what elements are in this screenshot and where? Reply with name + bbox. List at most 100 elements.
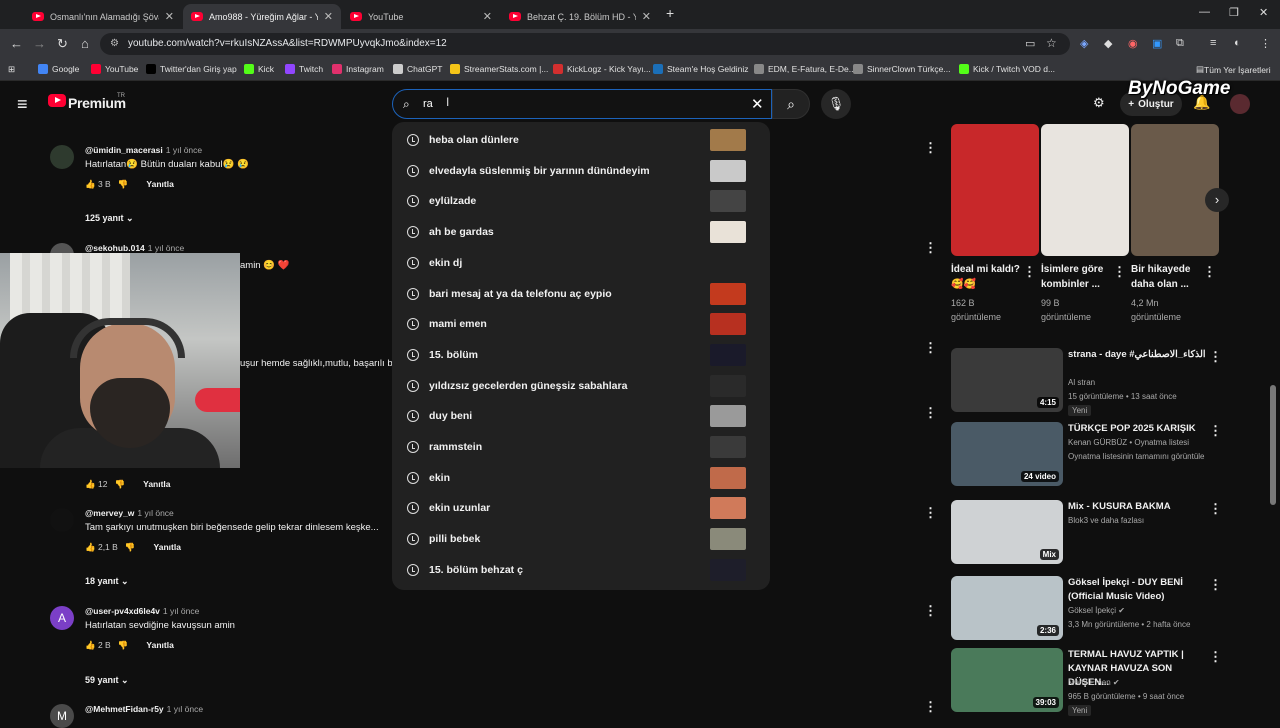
more-actions-icon[interactable]: ⋮ bbox=[1203, 264, 1216, 280]
channel-name[interactable]: Kenan GÜRBÜZ • Oynatma listesi bbox=[1068, 436, 1189, 450]
comment-author[interactable]: @sekohub.014 1 yıl önce bbox=[85, 243, 184, 253]
channel-name[interactable]: Mami Emen ✔ bbox=[1068, 676, 1120, 690]
cast-icon[interactable]: ▭ bbox=[1025, 37, 1035, 50]
page-scrollbar[interactable] bbox=[1270, 385, 1276, 505]
video-thumbnail[interactable]: Mix bbox=[951, 500, 1063, 564]
dislike-icon[interactable]: 👎 bbox=[118, 640, 129, 650]
site-info-icon[interactable]: ⚙ bbox=[110, 38, 119, 49]
bookmark-item[interactable]: Google bbox=[38, 64, 79, 74]
cast-settings-icon[interactable]: ⚙ bbox=[1093, 95, 1105, 111]
reply-button[interactable]: Yanıtla bbox=[146, 640, 173, 650]
address-bar[interactable]: ⚙ youtube.com/watch?v=rkuIsNZAssA&list=R… bbox=[100, 33, 1070, 55]
dislike-icon[interactable]: 👎 bbox=[118, 179, 129, 189]
comment-author[interactable]: @mervey_w 1 yıl önce bbox=[85, 508, 174, 518]
reload-icon[interactable]: ↻ bbox=[57, 36, 68, 52]
dislike-icon[interactable]: 👎 bbox=[125, 542, 136, 552]
comment-author[interactable]: @user-pv4xd6le4v 1 yıl önce bbox=[85, 606, 199, 616]
search-suggestion[interactable]: eylülzade bbox=[392, 187, 770, 217]
search-button[interactable]: ⌕ bbox=[772, 89, 810, 119]
video-title[interactable]: Mix - KUSURA BAKMA bbox=[1068, 500, 1208, 514]
bookmark-item[interactable]: ChatGPT bbox=[393, 64, 442, 74]
search-suggestion[interactable]: mami emen bbox=[392, 310, 770, 340]
extension-icon[interactable]: ◈ bbox=[1080, 37, 1088, 50]
video-thumbnail[interactable]: 2:36 bbox=[951, 576, 1063, 640]
more-actions-icon[interactable]: ⋮ bbox=[1113, 264, 1126, 280]
more-actions-icon[interactable]: ⋮ bbox=[1023, 264, 1036, 280]
close-window-icon[interactable]: ✕ bbox=[1259, 6, 1268, 19]
replies-toggle[interactable]: 125 yanıt ⌄ bbox=[85, 213, 134, 224]
bookmark-item[interactable]: Twitter'dan Giriş yap bbox=[146, 64, 237, 74]
more-actions-icon[interactable]: ⋮ bbox=[924, 699, 937, 715]
more-actions-icon[interactable]: ⋮ bbox=[924, 340, 937, 356]
dislike-icon[interactable]: 👎 bbox=[115, 479, 126, 489]
bookmark-item[interactable]: YouTube bbox=[91, 64, 138, 74]
reply-button[interactable]: Yanıtla bbox=[146, 179, 173, 189]
tab-close-icon[interactable]: ✕ bbox=[324, 10, 333, 23]
tab-close-icon[interactable]: ✕ bbox=[642, 10, 651, 23]
short-thumbnail[interactable] bbox=[951, 124, 1039, 256]
search-suggestion[interactable]: 15. bölüm behzat ç bbox=[392, 556, 770, 586]
video-title[interactable]: TÜRKÇE POP 2025 KARIŞIK bbox=[1068, 422, 1208, 436]
bookmark-item[interactable]: Instagram bbox=[332, 64, 384, 74]
browser-tab-active[interactable]: Amo988 - Yüreğim Ağlar - YouT ✕ bbox=[183, 4, 341, 29]
search-suggestion[interactable]: ekin dj bbox=[392, 249, 770, 279]
comment-avatar[interactable]: A bbox=[50, 606, 74, 630]
channel-name[interactable]: Göksel İpekçi ✔ bbox=[1068, 604, 1125, 618]
home-icon[interactable]: ⌂ bbox=[81, 36, 89, 51]
more-actions-icon[interactable]: ⋮ bbox=[924, 405, 937, 421]
bookmark-item[interactable]: Kick / Twitch VOD d... bbox=[959, 64, 1055, 74]
search-suggestion[interactable]: rammstein bbox=[392, 433, 770, 463]
hamburger-menu-icon[interactable]: ≡ bbox=[17, 94, 28, 115]
all-bookmarks[interactable]: ▤ Tüm Yer İşaretleri bbox=[1196, 64, 1271, 75]
bookmark-item[interactable]: StreamerStats.com |... bbox=[450, 64, 548, 74]
bookmark-item[interactable]: KickLogz - Kick Yayı... bbox=[553, 64, 651, 74]
search-suggestion[interactable]: yıldızsız gecelerden güneşsiz sabahlara bbox=[392, 372, 770, 402]
bookmark-item[interactable]: EDM, E-Fatura, E-De... bbox=[754, 64, 856, 74]
short-title[interactable]: Bir hikayede daha olan ... bbox=[1131, 262, 1203, 292]
bookmark-star-icon[interactable]: ☆ bbox=[1046, 36, 1057, 50]
more-actions-icon[interactable]: ⋮ bbox=[924, 603, 937, 619]
maximize-icon[interactable]: ❐ bbox=[1229, 6, 1239, 19]
extensions-puzzle-icon[interactable]: ⧉ bbox=[1176, 37, 1184, 50]
more-menu-icon[interactable]: ⋮ bbox=[1260, 37, 1271, 50]
video-thumbnail[interactable]: 39:03 bbox=[951, 648, 1063, 712]
new-tab-icon[interactable]: + bbox=[666, 5, 674, 21]
bookmark-item[interactable]: Twitch bbox=[285, 64, 323, 74]
minimize-icon[interactable]: — bbox=[1199, 6, 1210, 18]
more-actions-icon[interactable]: ⋮ bbox=[1209, 423, 1222, 439]
tab-list-icon[interactable]: ≡ bbox=[1210, 37, 1216, 49]
like-icon[interactable]: 👍 bbox=[85, 640, 96, 650]
video-title[interactable]: strana - daye #الذكاء_الاصطناعي bbox=[1068, 348, 1208, 362]
extension-icon[interactable]: ▣ bbox=[1152, 37, 1162, 50]
search-suggestion[interactable]: elvedayla süslenmiş bir yarının dünündey… bbox=[392, 157, 770, 187]
more-actions-icon[interactable]: ⋮ bbox=[924, 140, 937, 156]
short-title[interactable]: İsimlere göre kombinler ... bbox=[1041, 262, 1113, 292]
bookmark-item[interactable]: Steam'e Hoş Geldiniz bbox=[653, 64, 748, 74]
search-suggestion[interactable]: pilli bebek bbox=[392, 525, 770, 555]
like-icon[interactable]: 👍 bbox=[85, 179, 96, 189]
more-actions-icon[interactable]: ⋮ bbox=[924, 240, 937, 256]
search-suggestion[interactable]: bari mesaj at ya da telefonu aç eypio bbox=[392, 280, 770, 310]
comment-author[interactable]: @MehmetFidan-r5y 1 yıl önce bbox=[85, 704, 203, 714]
tab-close-icon[interactable]: ✕ bbox=[165, 10, 174, 23]
chevron-right-icon[interactable]: › bbox=[1205, 188, 1229, 212]
more-actions-icon[interactable]: ⋮ bbox=[924, 505, 937, 521]
channel-name[interactable]: Al stran bbox=[1068, 376, 1095, 390]
search-suggestion[interactable]: ekin bbox=[392, 464, 770, 494]
comment-avatar[interactable] bbox=[50, 145, 74, 169]
apps-grid-icon[interactable]: ⊞ bbox=[8, 64, 15, 75]
search-suggestion[interactable]: 15. bölüm bbox=[392, 341, 770, 371]
back-icon[interactable]: ← bbox=[10, 36, 23, 51]
channel-name[interactable]: Blok3 ve daha fazlası bbox=[1068, 514, 1144, 528]
comment-avatar[interactable]: M bbox=[50, 704, 74, 728]
comment-author[interactable]: @ümidin_macerasi 1 yıl önce bbox=[85, 145, 202, 155]
voice-search-mic-icon[interactable]: 🎙 bbox=[821, 89, 851, 119]
replies-toggle[interactable]: 59 yanıt ⌄ bbox=[85, 675, 129, 686]
forward-icon[interactable]: → bbox=[33, 36, 46, 51]
short-thumbnail[interactable] bbox=[1131, 124, 1219, 256]
bookmark-item[interactable]: Kick bbox=[244, 64, 274, 74]
reply-button[interactable]: Yanıtla bbox=[143, 479, 170, 489]
account-avatar[interactable] bbox=[1230, 94, 1250, 114]
more-actions-icon[interactable]: ⋮ bbox=[1209, 577, 1222, 593]
clear-search-icon[interactable]: ✕ bbox=[751, 95, 764, 113]
